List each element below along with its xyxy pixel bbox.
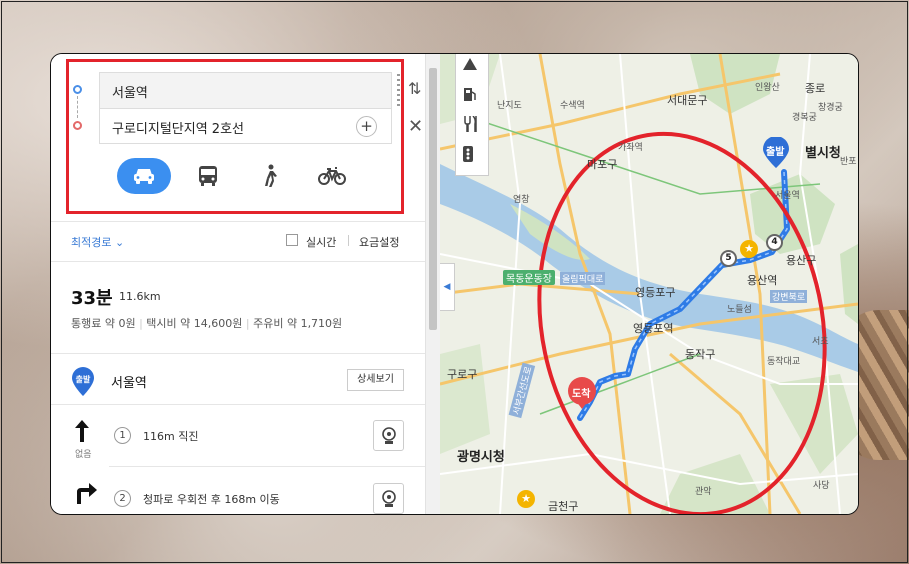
collapse-panel-button[interactable]: ◀ [440, 263, 455, 311]
divider [348, 235, 349, 246]
start-marker[interactable]: 출발 [762, 137, 790, 169]
close-icon[interactable]: ✕ [408, 116, 423, 137]
map-label: 난지도 [497, 101, 522, 111]
map-label: 금천구 [548, 500, 579, 513]
map-label: 광명시청 [457, 450, 505, 465]
step-view-button[interactable] [373, 483, 404, 514]
swap-vertical-icon[interactable]: ⇅ [408, 79, 421, 98]
divider [51, 353, 425, 354]
map-label: 서대문구 [667, 94, 708, 107]
cost-summary: 통행료 약 0원 | 택시비 약 14,600원 | 주유비 약 1,710원 [71, 317, 343, 330]
step-text: 청파로 우회전 후 168m 이동 [143, 493, 280, 506]
map-label: 마포구 [587, 158, 618, 171]
toll-cost: 통행료 약 0원 [71, 317, 136, 330]
step-sub-label: 없음 [75, 450, 92, 460]
realtime-label[interactable]: 실시간 [306, 234, 336, 250]
realtime-checkbox[interactable] [286, 234, 298, 246]
map-label: 용산역 [747, 274, 778, 287]
map-label: 사당 [813, 481, 830, 491]
directions-panel: 서울역 구로디지털단지역 2호선 + ⇅ ✕ 최적경로 ⌄ 실시간 요금설정 3… [51, 54, 425, 514]
map-label: 경복궁 [792, 113, 817, 123]
straight-arrow-icon [75, 420, 89, 442]
travel-distance: 11.6km [119, 290, 161, 303]
start-pin-icon: 출발 [72, 367, 94, 396]
step-view-button[interactable] [373, 420, 404, 451]
step-number: 2 [114, 490, 131, 507]
star-poi-icon[interactable]: ★ [740, 240, 758, 258]
map-window: 서울역 구로디지털단지역 2호선 + ⇅ ✕ 최적경로 ⌄ 실시간 요금설정 3… [50, 53, 859, 515]
divider [109, 466, 425, 467]
street-view-icon [381, 426, 396, 444]
end-marker-label: 도착 [572, 389, 591, 400]
map-label: 영등포역 [633, 322, 674, 335]
turn-right-arrow-icon [77, 483, 97, 504]
street-view-icon [381, 489, 396, 507]
step-text: 116m 직진 [143, 430, 199, 443]
map-label: 염창 [513, 195, 530, 205]
waypoint-marker[interactable]: 5 [720, 250, 737, 267]
route-type-dropdown[interactable]: 최적경로 ⌄ [71, 234, 124, 250]
map-label: 관악 [695, 487, 712, 497]
map-label: 가좌역 [618, 143, 643, 153]
map-label: 동작대교 [767, 357, 801, 367]
step-number: 1 [114, 427, 131, 444]
map-label: 용산구 [786, 254, 817, 267]
travel-time: 33분 [71, 288, 113, 309]
fare-settings-link[interactable]: 요금설정 [359, 234, 399, 250]
map-label: 노들섬 [727, 305, 752, 315]
map-label: 수색역 [560, 101, 585, 111]
cctv-icon[interactable] [463, 58, 483, 78]
map-view[interactable]: ◀ 서대문구 인왕산 종로 창경궁 경복궁 별시청 난지도 수색역 가좌역 마포… [440, 54, 858, 514]
start-pin-text: 출발 [76, 374, 91, 384]
map-label: 서초 [812, 337, 829, 347]
map-label: 인왕산 [755, 83, 780, 93]
divider [51, 404, 425, 405]
map-label: 강변북로 [770, 290, 808, 303]
map-label: 동작구 [685, 348, 716, 361]
map-label: 종로 [805, 82, 826, 95]
gas-station-icon[interactable] [463, 86, 483, 106]
taxi-cost: 택시비 약 14,600원 [146, 317, 243, 330]
end-marker[interactable]: 도착 [567, 376, 597, 410]
map-label: 올림픽대로 [560, 272, 606, 285]
map-label: 서울역 [775, 191, 800, 201]
map-label: 반포 [840, 157, 857, 167]
route-type-label: 최적경로 [71, 236, 112, 249]
detail-view-button[interactable]: 상세보기 [347, 369, 404, 391]
map-label: 구로구 [447, 368, 478, 381]
map-label: 목동운동장 [503, 270, 555, 285]
map-label: 별시청 [805, 146, 841, 161]
chevron-down-icon: ⌄ [114, 236, 125, 249]
star-poi-icon[interactable]: ★ [517, 490, 535, 508]
divider [51, 261, 425, 262]
start-point-name: 서울역 [111, 376, 147, 391]
map-label: 영등포구 [635, 286, 676, 299]
divider [51, 221, 425, 222]
map-label: 창경궁 [818, 103, 843, 113]
waypoint-marker[interactable]: 4 [766, 234, 783, 251]
route-input-highlight [66, 59, 404, 214]
scrollbar-thumb[interactable] [429, 68, 437, 330]
fuel-cost: 주유비 약 1,710원 [253, 317, 343, 330]
map-tools [455, 54, 489, 176]
restaurant-icon[interactable] [463, 116, 483, 136]
start-marker-label: 출발 [766, 147, 785, 158]
traffic-light-icon[interactable] [463, 146, 483, 166]
